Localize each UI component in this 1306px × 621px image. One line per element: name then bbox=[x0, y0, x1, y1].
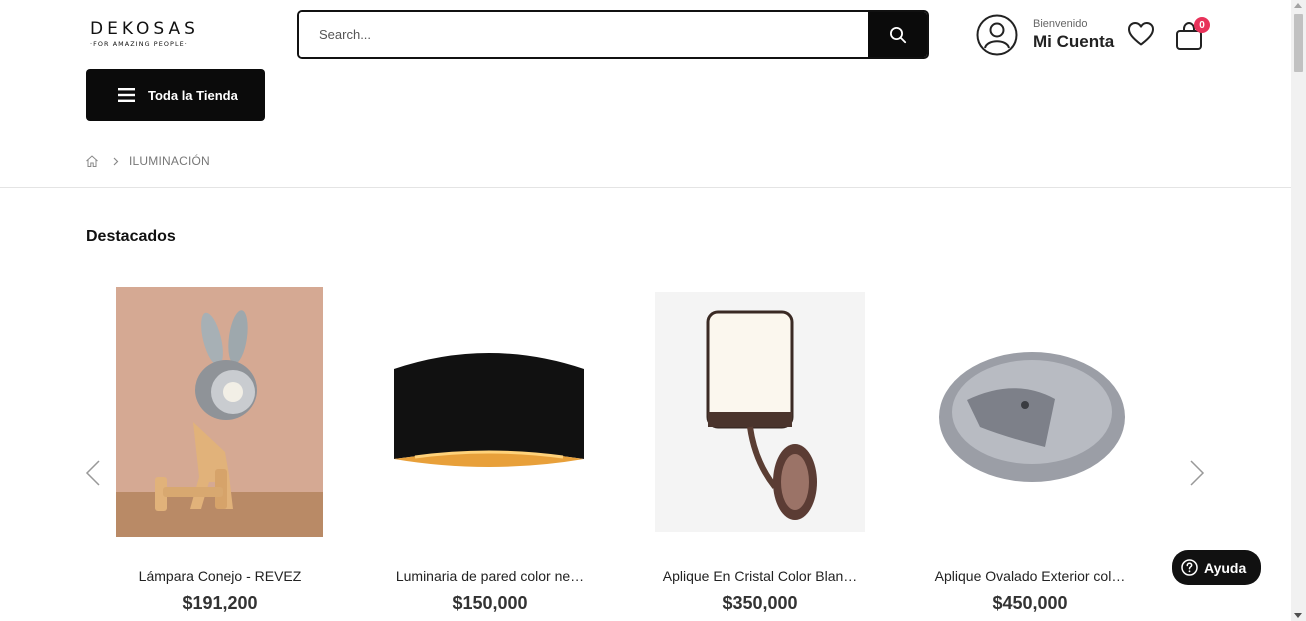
page-scrollbar[interactable] bbox=[1291, 0, 1306, 621]
product-price: $450,000 bbox=[992, 593, 1068, 613]
account-link[interactable]: Bienvenido Mi Cuenta bbox=[976, 14, 1114, 56]
breadcrumb-current[interactable]: ILUMINACIÓN bbox=[129, 154, 210, 168]
search-bar bbox=[297, 10, 929, 59]
product-image-black-wall-light[interactable] bbox=[365, 287, 615, 537]
store-logo[interactable]: DEKOSAS ·FOR AMAZING PEOPLE· bbox=[90, 20, 206, 50]
all-store-menu-button[interactable]: Toda la Tienda bbox=[86, 69, 265, 121]
cart-button[interactable]: 0 bbox=[1175, 17, 1211, 52]
hamburger-menu-icon bbox=[118, 88, 135, 102]
question-circle-icon bbox=[1181, 559, 1198, 576]
logo-tagline: ·FOR AMAZING PEOPLE· bbox=[90, 40, 188, 48]
product-card[interactable]: Luminaria de pared color ne… $150,000 bbox=[365, 287, 615, 614]
product-name[interactable]: Luminaria de pared color ne… bbox=[365, 568, 615, 584]
all-store-label: Toda la Tienda bbox=[148, 87, 238, 103]
home-icon[interactable] bbox=[85, 154, 99, 168]
header-divider bbox=[0, 187, 1291, 188]
scroll-up-arrow-icon[interactable] bbox=[1294, 3, 1302, 8]
account-name: Mi Cuenta bbox=[1033, 32, 1115, 51]
user-icon bbox=[976, 14, 1018, 56]
search-input[interactable] bbox=[299, 12, 868, 57]
carousel-next-arrow-icon[interactable] bbox=[1189, 459, 1205, 487]
logo-wordmark: DEKOSAS bbox=[90, 19, 199, 39]
product-price: $350,000 bbox=[722, 593, 798, 613]
chevron-right-icon bbox=[113, 157, 119, 165]
product-card[interactable]: Aplique En Cristal Color Blan… $350,000 bbox=[635, 287, 885, 614]
product-image-oval-exterior-sconce[interactable] bbox=[905, 287, 1155, 537]
help-label: Ayuda bbox=[1204, 559, 1247, 576]
scrollbar-thumb[interactable] bbox=[1294, 14, 1303, 72]
scroll-down-arrow-icon[interactable] bbox=[1294, 613, 1302, 618]
product-name[interactable]: Aplique Ovalado Exterior col… bbox=[905, 568, 1155, 584]
cart-count-badge: 0 bbox=[1194, 17, 1210, 33]
product-name[interactable]: Lámpara Conejo - REVEZ bbox=[95, 568, 345, 584]
product-name[interactable]: Aplique En Cristal Color Blan… bbox=[635, 568, 885, 584]
help-chat-button[interactable]: Ayuda bbox=[1172, 550, 1261, 585]
product-image-rabbit-lamp[interactable] bbox=[95, 287, 345, 537]
breadcrumb: ILUMINACIÓN bbox=[85, 154, 210, 168]
product-card[interactable]: Aplique Ovalado Exterior col… $450,000 bbox=[905, 287, 1155, 614]
product-card[interactable]: Lámpara Conejo - REVEZ $191,200 bbox=[95, 287, 345, 614]
wishlist-button[interactable] bbox=[1127, 21, 1155, 47]
product-price: $150,000 bbox=[452, 593, 528, 613]
search-button[interactable] bbox=[868, 12, 927, 57]
account-welcome: Bienvenido bbox=[1033, 18, 1088, 30]
product-price: $191,200 bbox=[182, 593, 258, 613]
product-image-crystal-sconce[interactable] bbox=[635, 287, 885, 537]
section-title: Destacados bbox=[86, 228, 176, 245]
search-icon bbox=[889, 26, 906, 43]
heart-icon bbox=[1128, 22, 1154, 46]
